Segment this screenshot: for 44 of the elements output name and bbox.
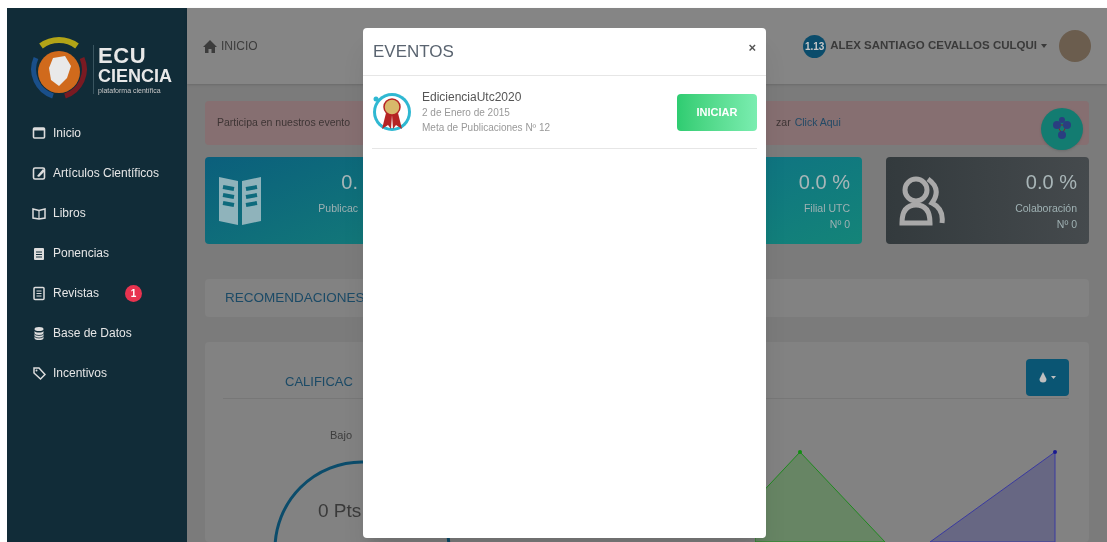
alert-text: zar (776, 115, 791, 131)
sidebar-item[interactable]: Artículos Científicos (7, 153, 187, 193)
stat-label: Filial UTC (803, 201, 850, 216)
stat-count: Nº 0 (1056, 216, 1077, 232)
alert-text: Participa en nuestros evento (217, 115, 351, 131)
stat-label: Colaboración (1015, 201, 1077, 216)
database-icon (32, 325, 46, 341)
tag-icon (32, 365, 46, 381)
document-icon (32, 285, 46, 301)
section-title: CALIFICAC (285, 373, 353, 391)
event-name: EdicienciaUtc2020 (422, 89, 523, 105)
event-date: 2 de Enero de 2015 (422, 105, 511, 120)
sidebar-item[interactable]: Incentivos (7, 353, 187, 393)
drop-icon (1039, 371, 1047, 384)
sidebar-item[interactable]: Inicio (7, 113, 187, 153)
stat-count: Nº 0 (829, 216, 850, 232)
medal-icon (372, 91, 412, 133)
logo-text: CIENCIA (98, 66, 172, 85)
stat-value: 0.0 % (1025, 170, 1077, 195)
sidebar-item[interactable]: Revistas 1 (7, 273, 187, 313)
notification-badge: 1 (125, 284, 142, 302)
stat-value: 0.0 % (798, 170, 850, 195)
level-badge: 1.13 (803, 34, 827, 58)
stat-value: 0. (341, 170, 358, 195)
caret-icon (1051, 376, 1056, 379)
notepad-icon (32, 245, 46, 261)
section-title: RECOMENDACIONES (225, 288, 365, 307)
gauge-value: 0 Pts (318, 499, 362, 523)
stat-label: Publicac (318, 201, 358, 216)
modal-title: EVENTOS (373, 40, 454, 63)
book-icon (32, 205, 46, 221)
home-icon (203, 39, 217, 53)
event-goal: Meta de Publicaciones Nº 12 (422, 120, 551, 135)
close-button[interactable]: × (748, 37, 756, 58)
avatar[interactable] (1059, 30, 1091, 62)
sidebar-item[interactable]: Ponencias (7, 233, 187, 273)
caret-icon (1041, 44, 1047, 48)
edit-icon (32, 165, 46, 181)
color-dropdown-button[interactable] (1026, 359, 1069, 396)
sidebar-item[interactable]: Base de Datos (7, 313, 187, 353)
sidebar-item[interactable]: Libros (7, 193, 187, 233)
gauge-label: Bajo (330, 428, 353, 443)
window-icon (32, 125, 46, 141)
logo-text: ECU (98, 44, 148, 67)
